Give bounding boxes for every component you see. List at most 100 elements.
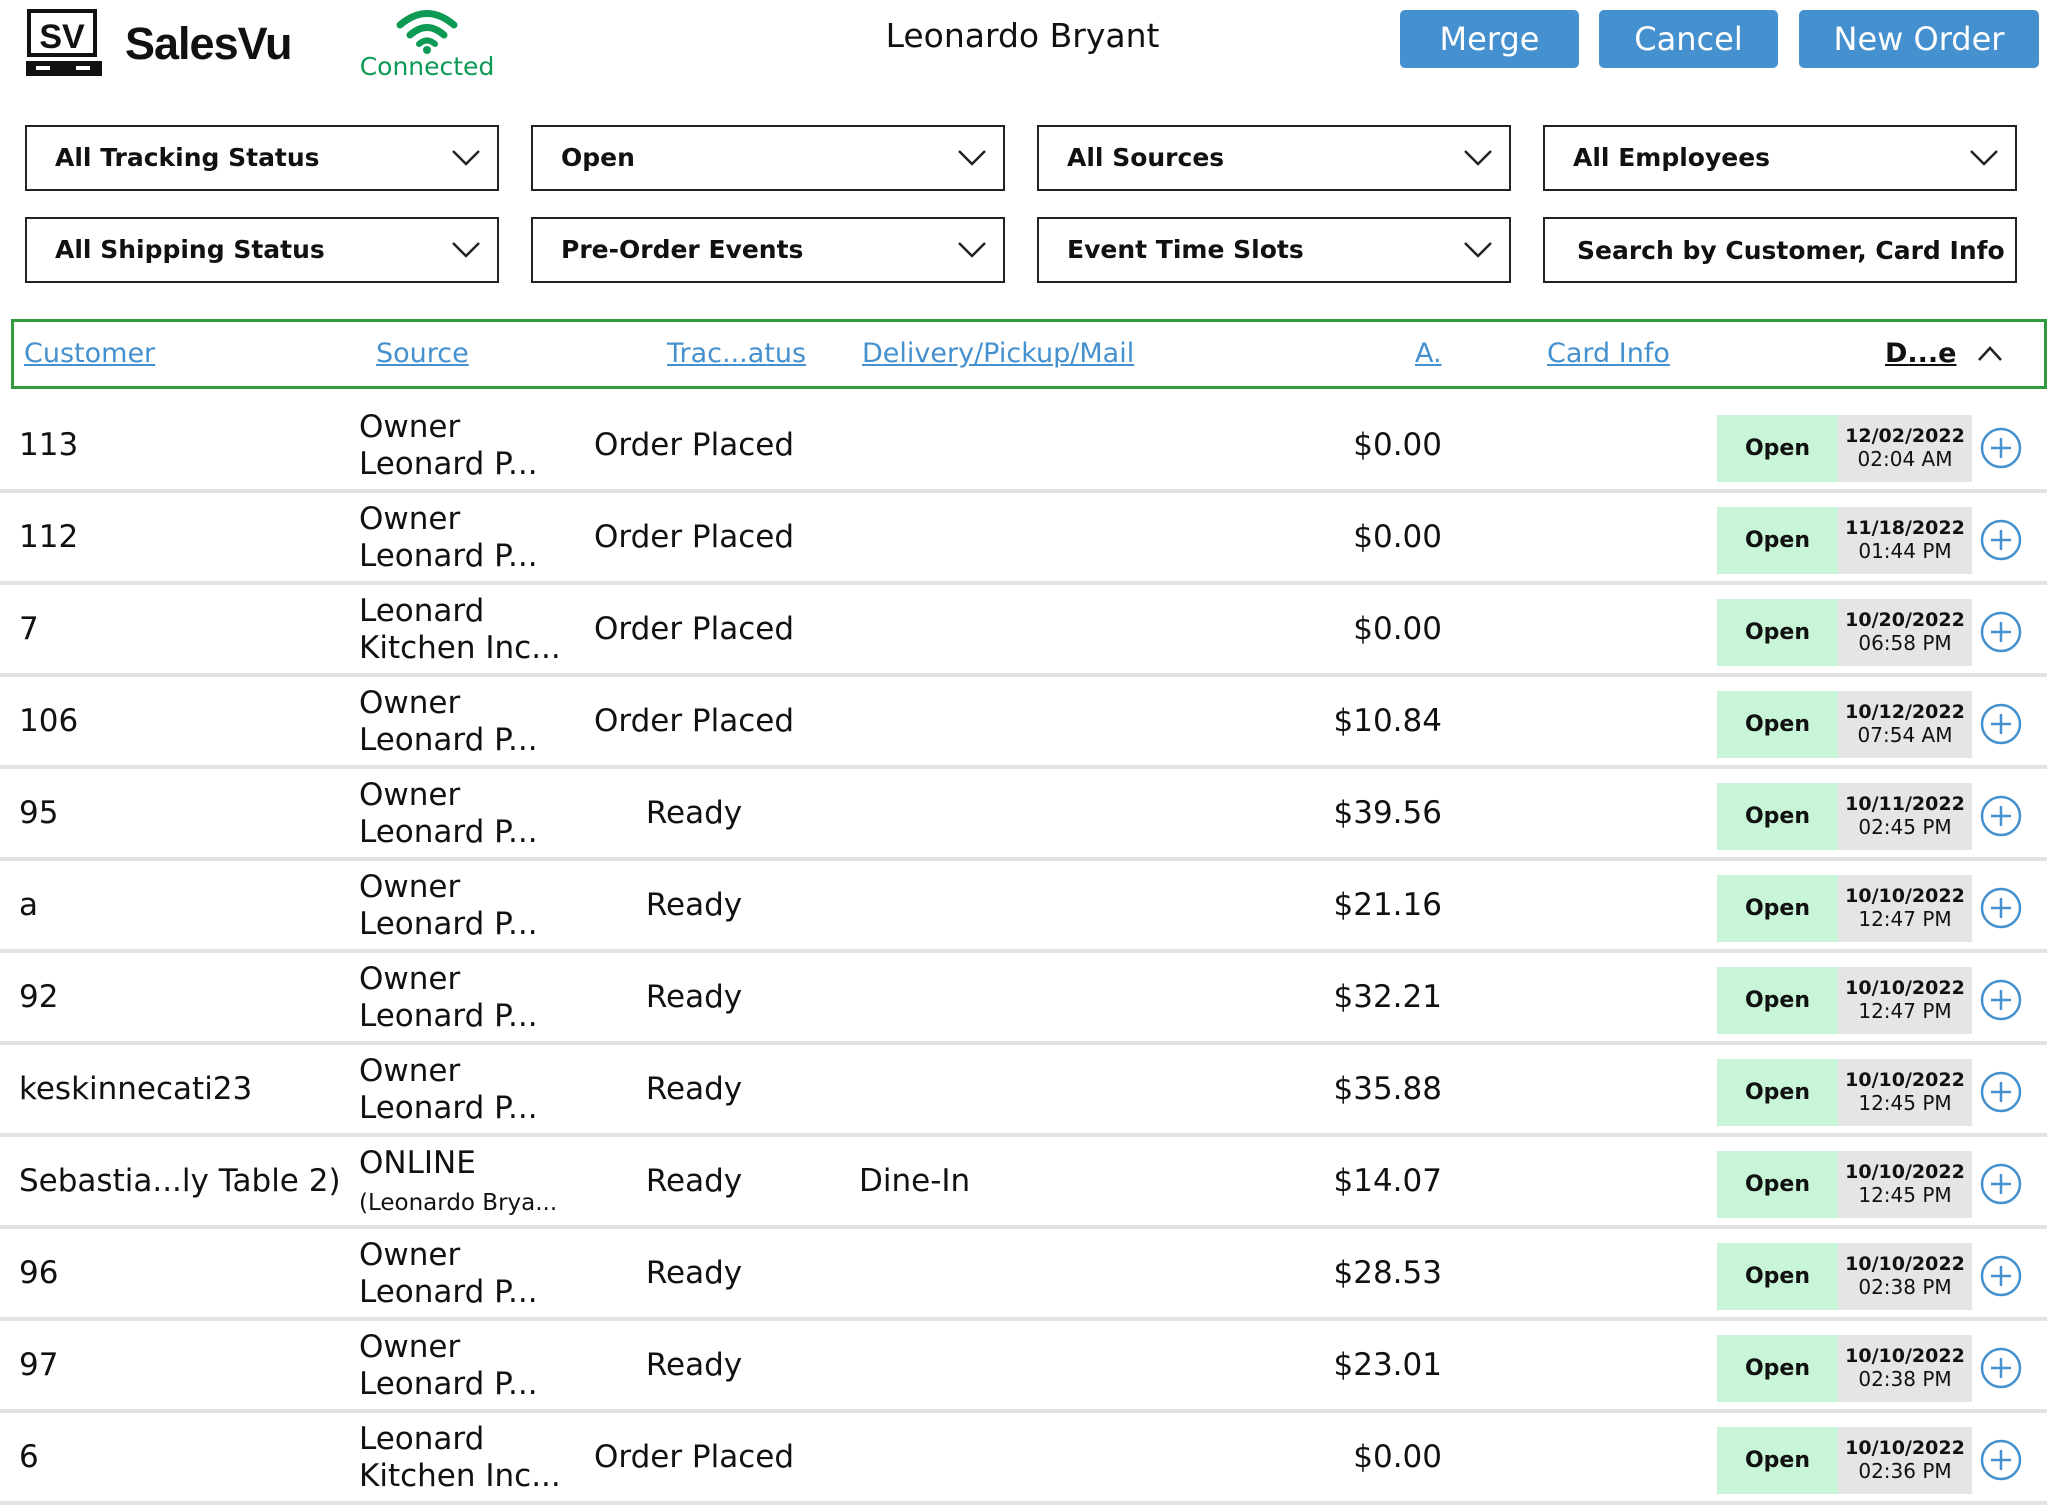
date-cell: 10/12/2022 07:54 AM	[1838, 691, 1972, 758]
add-button[interactable]	[1980, 1347, 2022, 1389]
date-cell: 10/10/2022 12:45 PM	[1838, 1059, 1972, 1126]
table-row[interactable]: 92 Owner Leonard P... Ready $32.21 Open …	[0, 953, 2047, 1045]
column-header-customer[interactable]: Customer	[24, 322, 155, 386]
table-header: Customer Source Trac...atus Delivery/Pic…	[11, 319, 2047, 389]
order-date: 11/18/2022	[1845, 517, 1965, 539]
column-header-date[interactable]: D...e	[1885, 322, 1957, 386]
table-row[interactable]: 6 Leonard Kitchen Inc... Order Placed $0…	[0, 1413, 2047, 1505]
plus-circle-icon	[1980, 427, 2022, 469]
source-line-1: Leonard	[359, 1421, 485, 1457]
order-status-badge[interactable]: Open	[1717, 1335, 1838, 1402]
add-button[interactable]	[1980, 979, 2022, 1021]
order-time: 02:38 PM	[1858, 1367, 1952, 1391]
plus-circle-icon	[1980, 1071, 2022, 1113]
source-line-2: Leonard P...	[359, 446, 538, 482]
chevron-down-icon	[1464, 242, 1492, 258]
chevron-down-icon	[958, 242, 986, 258]
table-row[interactable]: 113 Owner Leonard P... Order Placed $0.0…	[0, 401, 2047, 493]
source-line-1: Owner	[359, 869, 461, 905]
source-line-2: Leonard P...	[359, 906, 538, 942]
order-status-badge[interactable]: Open	[1717, 507, 1838, 574]
column-header-amount[interactable]: A.	[1415, 322, 1442, 386]
sources-dropdown[interactable]: All Sources	[1037, 125, 1511, 191]
customer-search-input[interactable]	[1543, 217, 2017, 283]
column-header-tracking-status[interactable]: Trac...atus	[667, 322, 806, 386]
table-row[interactable]: a Owner Leonard P... Ready $21.16 Open 1…	[0, 861, 2047, 953]
tracking-status-cell: Ready	[645, 795, 743, 831]
add-button[interactable]	[1980, 1163, 2022, 1205]
pre-order-events-dropdown[interactable]: Pre-Order Events	[531, 217, 1005, 283]
amount-cell: $23.01	[1333, 1347, 1442, 1383]
order-status-badge[interactable]: Open	[1717, 599, 1838, 666]
order-status-badge[interactable]: Open	[1717, 1151, 1838, 1218]
customer-cell: Sebastia...ly Table 2)	[19, 1163, 341, 1199]
order-status-badge[interactable]: Open	[1717, 1243, 1838, 1310]
amount-cell: $0.00	[1353, 1439, 1442, 1475]
source-cell: Owner Leonard P...	[359, 1237, 538, 1311]
add-button[interactable]	[1980, 887, 2022, 929]
order-status-badge[interactable]: Open	[1717, 783, 1838, 850]
column-header-card-info[interactable]: Card Info	[1547, 322, 1670, 386]
add-button[interactable]	[1980, 519, 2022, 561]
customer-cell: 112	[19, 519, 79, 555]
source-cell: Owner Leonard P...	[359, 869, 538, 943]
add-button[interactable]	[1980, 1071, 2022, 1113]
order-status-badge[interactable]: Open	[1717, 875, 1838, 942]
logo-text: SV	[39, 18, 85, 56]
order-time: 02:45 PM	[1858, 815, 1952, 839]
add-button[interactable]	[1980, 1439, 2022, 1481]
tracking-status-dropdown[interactable]: All Tracking Status	[25, 125, 499, 191]
chevron-down-icon	[1970, 150, 1998, 166]
source-line-1: Owner	[359, 1329, 461, 1365]
tracking-status-label: All Tracking Status	[55, 143, 320, 172]
source-cell: Owner Leonard P...	[359, 961, 538, 1035]
brand-name: SalesVu	[125, 18, 292, 69]
shipping-status-dropdown[interactable]: All Shipping Status	[25, 217, 499, 283]
plus-circle-icon	[1980, 1347, 2022, 1389]
add-button[interactable]	[1980, 795, 2022, 837]
employees-dropdown[interactable]: All Employees	[1543, 125, 2017, 191]
table-row[interactable]: 7 Leonard Kitchen Inc... Order Placed $0…	[0, 585, 2047, 677]
connection-status: Connected	[358, 8, 496, 81]
table-row[interactable]: 106 Owner Leonard P... Order Placed $10.…	[0, 677, 2047, 769]
merge-button[interactable]: Merge	[1400, 10, 1579, 68]
order-status-badge[interactable]: Open	[1717, 1059, 1838, 1126]
customer-cell: 97	[19, 1347, 59, 1383]
cancel-button[interactable]: Cancel	[1599, 10, 1778, 68]
order-status-dropdown[interactable]: Open	[531, 125, 1005, 191]
sources-label: All Sources	[1067, 143, 1225, 172]
add-button[interactable]	[1980, 1255, 2022, 1297]
source-line-2: (Leonardo Brya...	[359, 1190, 558, 1216]
column-header-delivery[interactable]: Delivery/Pickup/Mail	[862, 322, 1134, 386]
new-order-button[interactable]: New Order	[1799, 10, 2039, 68]
order-status-badge[interactable]: Open	[1717, 967, 1838, 1034]
chevron-up-icon[interactable]	[1977, 345, 2003, 363]
source-line-1: Owner	[359, 1237, 461, 1273]
date-cell: 10/10/2022 12:45 PM	[1838, 1151, 1972, 1218]
connection-status-label: Connected	[359, 52, 495, 81]
table-row[interactable]: keskinnecati23 Owner Leonard P... Ready …	[0, 1045, 2047, 1137]
orders-list: 113 Owner Leonard P... Order Placed $0.0…	[0, 401, 2047, 1505]
date-cell: 10/10/2022 12:47 PM	[1838, 967, 1972, 1034]
order-date: 10/10/2022	[1845, 1069, 1965, 1091]
order-time: 12:47 PM	[1858, 999, 1952, 1023]
order-status-badge[interactable]: Open	[1717, 1427, 1838, 1494]
employees-label: All Employees	[1573, 143, 1771, 172]
order-time: 06:58 PM	[1858, 631, 1952, 655]
event-time-slots-dropdown[interactable]: Event Time Slots	[1037, 217, 1511, 283]
table-row[interactable]: 97 Owner Leonard P... Ready $23.01 Open …	[0, 1321, 2047, 1413]
table-row[interactable]: 95 Owner Leonard P... Ready $39.56 Open …	[0, 769, 2047, 861]
table-row[interactable]: Sebastia...ly Table 2) ONLINE (Leonardo …	[0, 1137, 2047, 1229]
add-button[interactable]	[1980, 611, 2022, 653]
plus-circle-icon	[1980, 887, 2022, 929]
add-button[interactable]	[1980, 703, 2022, 745]
order-status-badge[interactable]: Open	[1717, 691, 1838, 758]
table-row[interactable]: 96 Owner Leonard P... Ready $28.53 Open …	[0, 1229, 2047, 1321]
order-date: 10/10/2022	[1845, 1253, 1965, 1275]
source-line-2: Leonard P...	[359, 722, 538, 758]
table-row[interactable]: 112 Owner Leonard P... Order Placed $0.0…	[0, 493, 2047, 585]
order-status-badge[interactable]: Open	[1717, 415, 1838, 482]
add-button[interactable]	[1980, 427, 2022, 469]
column-header-source[interactable]: Source	[376, 322, 469, 386]
source-cell: Owner Leonard P...	[359, 1329, 538, 1403]
